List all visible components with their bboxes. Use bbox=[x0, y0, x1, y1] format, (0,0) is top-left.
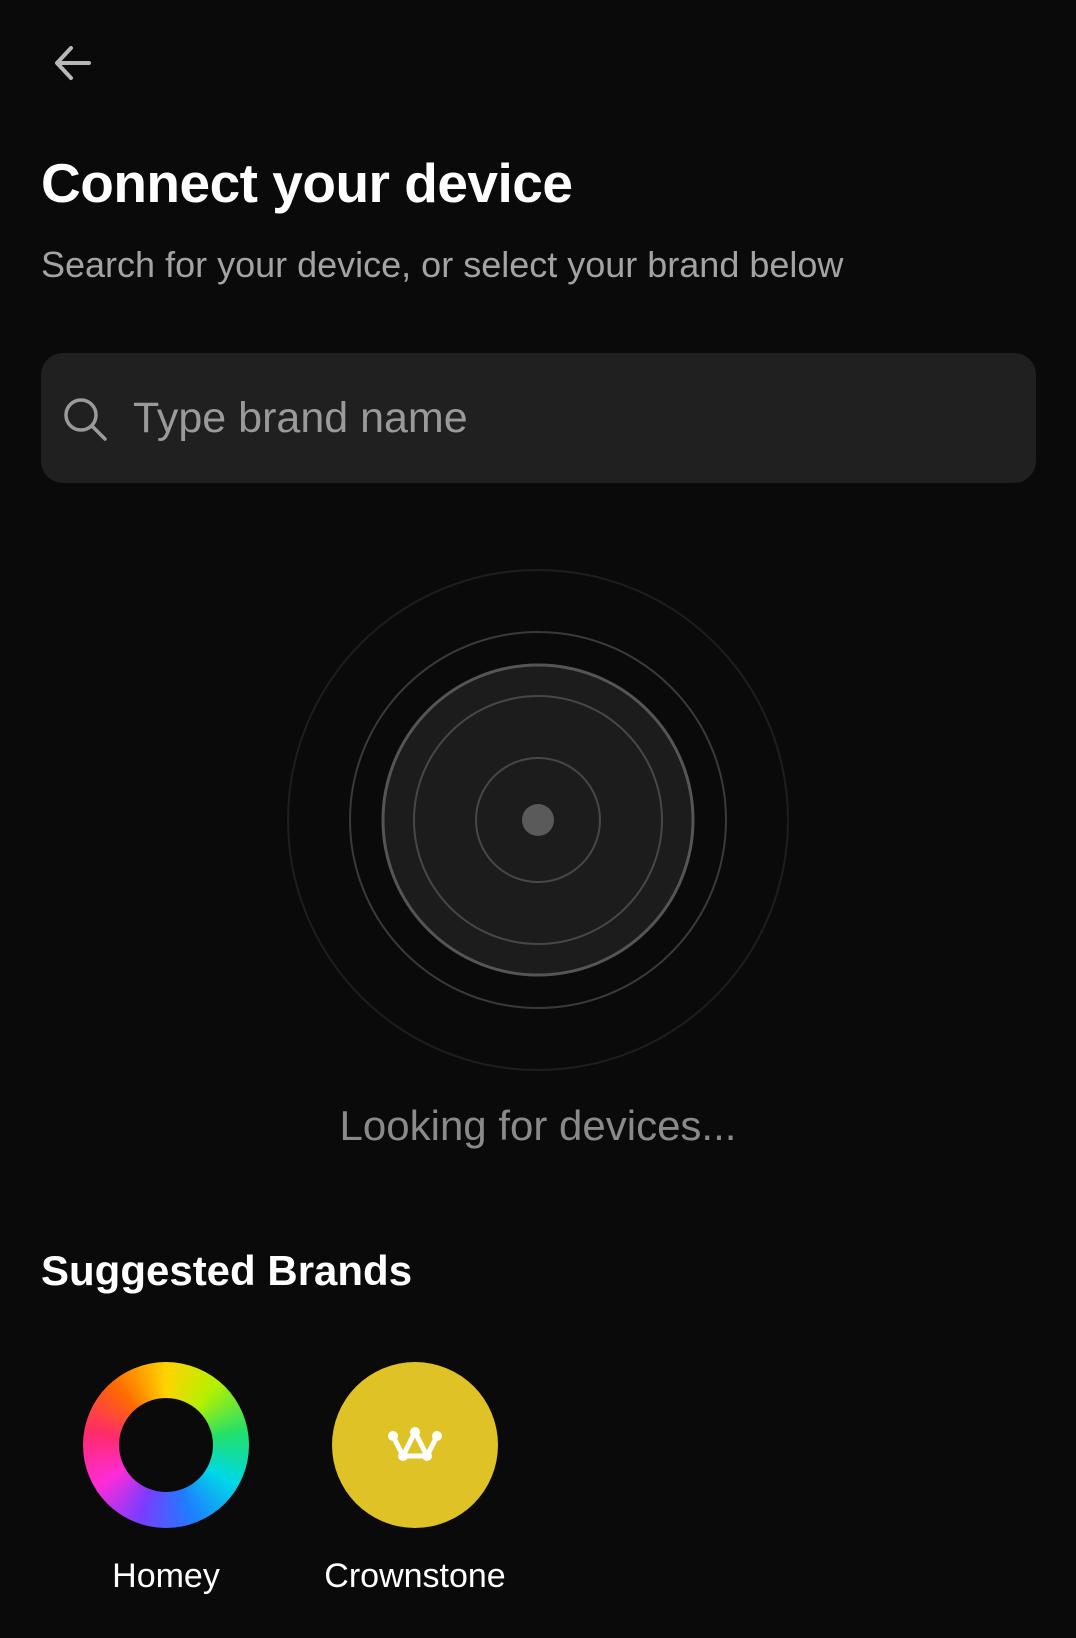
radar-ring-inner bbox=[413, 695, 663, 945]
homey-logo-icon bbox=[83, 1362, 249, 1528]
suggested-brands-title: Suggested Brands bbox=[41, 1247, 413, 1294]
page-subtitle: Search for your device, or select your b… bbox=[41, 244, 844, 285]
radar-ring-second bbox=[349, 631, 727, 1009]
search-icon bbox=[64, 398, 107, 441]
arrow-left-icon bbox=[55, 46, 91, 80]
radar-ring-outer bbox=[287, 569, 789, 1071]
radar-disc bbox=[381, 663, 695, 977]
search-box[interactable] bbox=[41, 353, 1036, 483]
crownstone-logo-icon bbox=[332, 1362, 498, 1528]
brand-name: Crownstone bbox=[324, 1557, 506, 1595]
page-title: Connect your device bbox=[41, 152, 573, 214]
radar-center-dot bbox=[522, 804, 554, 836]
radar-ring-core bbox=[475, 757, 601, 883]
brand-item-crownstone[interactable]: Crownstone bbox=[300, 1362, 530, 1598]
scan-status-text: Looking for devices... bbox=[339, 1102, 737, 1149]
back-button[interactable] bbox=[40, 30, 106, 96]
crown-icon bbox=[388, 1427, 442, 1461]
brand-item-homey[interactable]: Homey bbox=[51, 1362, 281, 1598]
search-input[interactable] bbox=[133, 353, 1013, 483]
brand-name: Homey bbox=[112, 1557, 220, 1595]
